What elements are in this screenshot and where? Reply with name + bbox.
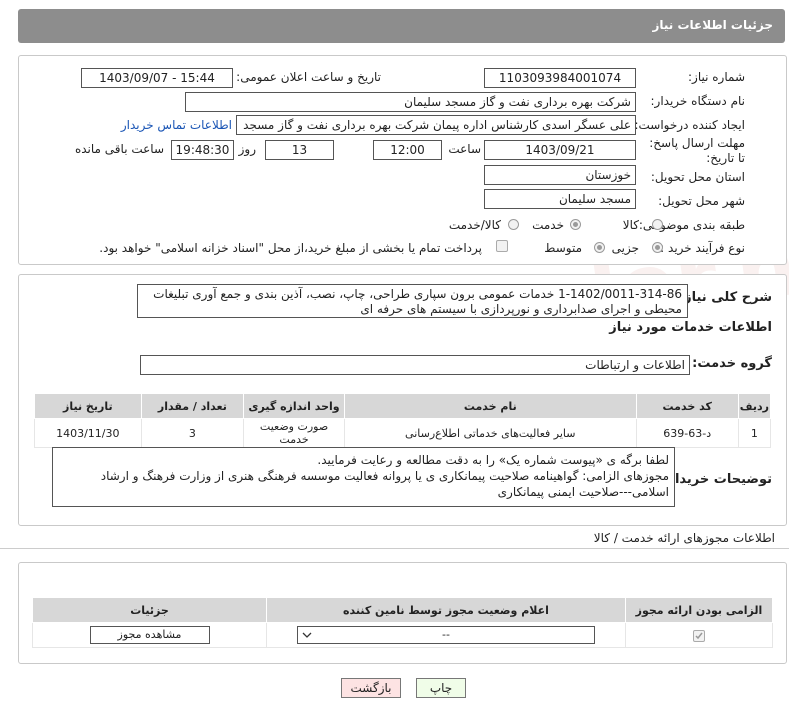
page-header: جزئیات اطلاعات نیاز (18, 9, 785, 43)
col-permit-details: جزئیات (31, 597, 268, 623)
quantity: 3 (140, 418, 245, 448)
service-code: د-63-639 (635, 418, 739, 448)
need-date: 1403/11/30 (34, 418, 142, 448)
check-icon (695, 632, 703, 639)
category-goods-label: کالا (622, 218, 639, 232)
buyer-name-label: نام دستگاه خریدار: (650, 94, 746, 108)
creator-field: علی عسگر اسدی کارشناس اداره پیمان شرکت ب… (236, 115, 636, 135)
permit-status-select[interactable]: -- (296, 626, 595, 644)
category-goods-service-label: کالا/خدمت (448, 218, 501, 232)
city-field: مسجد سلیمان (484, 189, 636, 209)
permit-required-cell (624, 622, 774, 648)
buyer-contact-link[interactable]: اطلاعات تماس خریدار (121, 118, 232, 132)
chevron-down-icon (302, 632, 312, 638)
city-label: شهر محل تحویل: (658, 194, 745, 208)
buyer-name-field: شرکت بهره برداری نفت و گاز مسجد سلیمان (185, 92, 636, 112)
buyer-notes-line-3: اسلامی---صلاحیت ایمنی پیمانکاری (497, 485, 669, 499)
services-table: ردیف کد خدمت نام خدمت واحد اندازه گیری ت… (34, 393, 772, 448)
page-title: جزئیات اطلاعات نیاز (652, 18, 773, 32)
deadline-hour-label: ساعت (448, 142, 481, 156)
col-unit: واحد اندازه گیری (243, 393, 345, 419)
services-section-title: اطلاعات خدمات مورد نیاز (609, 320, 772, 335)
treasury-payment-note: پرداخت تمام یا بخشی از مبلغ خرید،از محل … (99, 241, 482, 255)
buyer-notes-line-2: مجوزهای الزامی: گواهینامه صلاحیت پیمانکا… (100, 469, 669, 483)
deadline-label: مهلت ارسال پاسخ: تا تاریخ: (649, 136, 745, 165)
service-group-field: اطلاعات و ارتباطات (140, 355, 690, 375)
creator-label: ایجاد کننده درخواست: (634, 118, 745, 132)
back-button[interactable]: بازگشت (341, 678, 401, 698)
province-label: استان محل تحویل: (650, 170, 745, 184)
permit-status-value: -- (441, 628, 450, 641)
remaining-time-label: ساعت باقی مانده (74, 142, 164, 156)
col-row: ردیف (737, 393, 772, 419)
table-row: -- مشاهده مجوز (31, 622, 774, 648)
permits-table: الزامی بودن ارائه مجوز اعلام وضعیت مجوز … (31, 597, 774, 648)
category-radio-goods-service[interactable] (508, 219, 519, 230)
col-need-date: تاریخ نیاز (34, 393, 142, 419)
announce-datetime-field: 1403/09/07 - 15:44 (81, 68, 233, 88)
col-permit-status: اعلام وضعیت مجوز توسط نامین کننده (266, 597, 626, 623)
description-text: 1-1402/0011-314-86 خدمات عمومی برون سپار… (137, 284, 688, 318)
need-number-label: شماره نیاز: (688, 70, 745, 84)
announce-datetime-label: تاریخ و ساعت اعلان عمومی: (236, 70, 381, 84)
process-radio-medium[interactable] (594, 242, 605, 253)
permit-status-cell: -- (266, 622, 626, 648)
treasury-payment-checkbox[interactable] (496, 240, 508, 252)
service-name: سایر فعالیت‌های خدماتی اطلاع‌رسانی (343, 418, 637, 448)
col-service-name: نام خدمت (343, 393, 637, 419)
permit-details-cell: مشاهده مجوز (31, 622, 268, 648)
deadline-time-field: 12:00 (373, 140, 442, 160)
view-permit-button[interactable]: مشاهده مجوز (89, 626, 210, 644)
process-minor-label: جزیی (611, 241, 639, 255)
description-label: شرح کلی نیاز: (678, 290, 772, 305)
service-group-label: گروه خدمت: (692, 356, 772, 371)
print-button[interactable]: چاپ (416, 678, 466, 698)
process-type-label: نوع فرآیند خرید : (660, 241, 745, 255)
services-table-header: ردیف کد خدمت نام خدمت واحد اندازه گیری ت… (34, 393, 772, 419)
buyer-notes-label: توضیحات خریدار: (662, 472, 772, 487)
category-radio-goods[interactable] (652, 219, 663, 230)
province-field: خوزستان (484, 165, 636, 185)
col-service-code: کد خدمت (635, 393, 739, 419)
remaining-days-field: 13 (265, 140, 334, 160)
buyer-notes-text: لطفا برگه ی «پیوست شماره یک» را به دقت م… (52, 447, 675, 507)
row-number: 1 (737, 418, 772, 448)
process-medium-label: متوسط (544, 241, 582, 255)
deadline-date-field: 1403/09/21 (484, 140, 636, 160)
category-radio-service[interactable] (570, 219, 581, 230)
remaining-time-field: 19:48:30 (171, 140, 234, 160)
category-service-label: خدمت (532, 218, 564, 232)
need-number-field: 1103093984001074 (484, 68, 636, 88)
permits-title: اطلاعات مجوزهای ارائه خدمت / کالا (593, 531, 775, 545)
permit-required-checkbox (692, 629, 705, 642)
permits-divider (0, 548, 789, 549)
unit: صورت وضعیت خدمت (243, 418, 345, 448)
table-row: 1 د-63-639 سایر فعالیت‌های خدماتی اطلاع‌… (34, 418, 772, 448)
buyer-notes-line-1: لطفا برگه ی «پیوست شماره یک» را به دقت م… (317, 453, 669, 467)
permits-table-header: الزامی بودن ارائه مجوز اعلام وضعیت مجوز … (31, 597, 774, 623)
col-permit-required: الزامی بودن ارائه مجوز (624, 597, 774, 623)
col-quantity: تعداد / مقدار (140, 393, 245, 419)
process-radio-minor[interactable] (652, 242, 663, 253)
